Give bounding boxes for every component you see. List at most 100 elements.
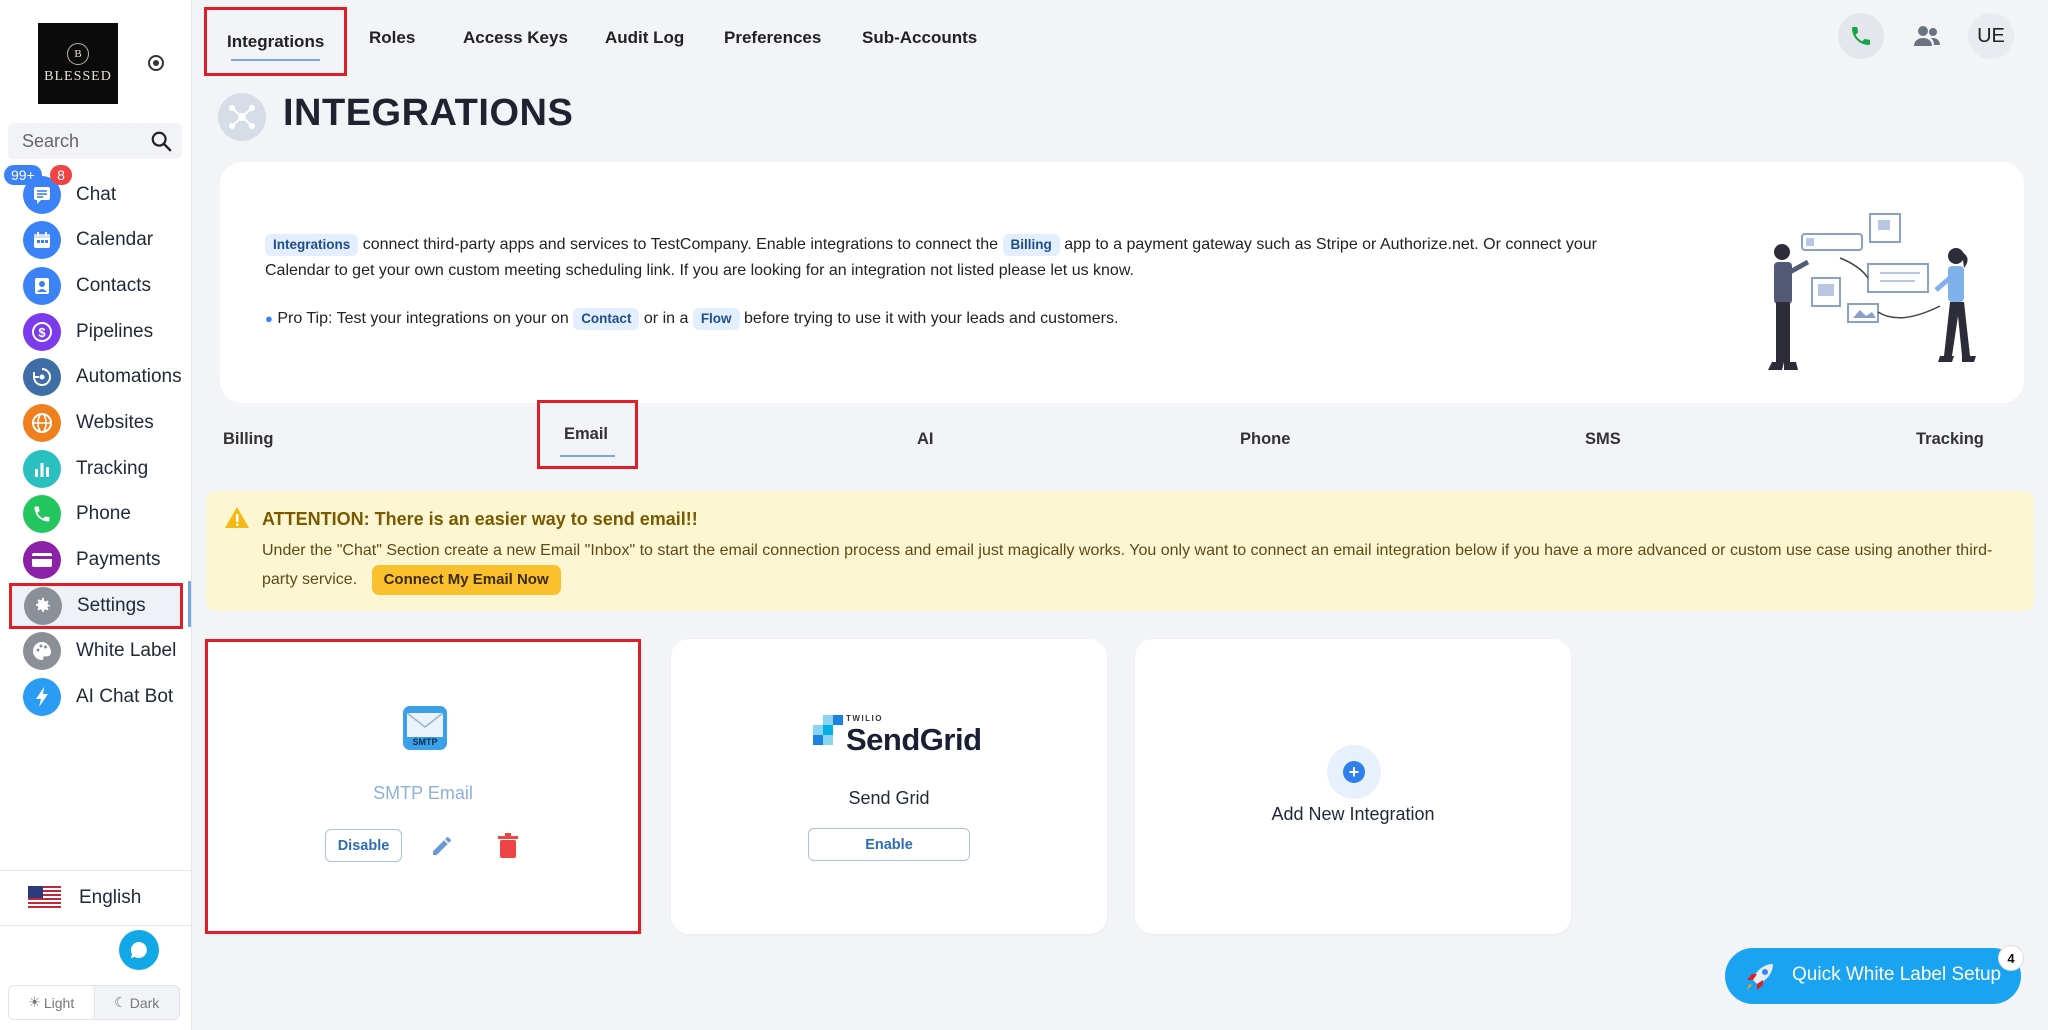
- sidebar-item-label: White Label: [76, 640, 177, 661]
- quick-white-label-setup-button[interactable]: Quick White Label Setup: [1725, 948, 2021, 1004]
- user-avatar[interactable]: UE: [1968, 13, 2014, 59]
- category-tab-ai[interactable]: AI: [917, 410, 934, 468]
- tab-integrations[interactable]: Integrations: [204, 7, 348, 76]
- tab-label: Tracking: [1916, 429, 1984, 448]
- sidebar-item-label: Phone: [76, 503, 131, 524]
- record-toggle-icon[interactable]: [148, 55, 164, 71]
- chat-bubble-icon: [130, 941, 147, 958]
- quick-setup-count-badge: 4: [1999, 946, 2023, 970]
- phone-icon: [1852, 27, 1870, 45]
- company-logo[interactable]: B BLESSED: [38, 23, 118, 104]
- smtp-envelope-icon: SMTP: [403, 706, 447, 750]
- billing-chip[interactable]: Billing: [1002, 234, 1060, 256]
- bar-chart-icon: [23, 450, 61, 488]
- lightning-icon: [23, 678, 61, 716]
- disable-button[interactable]: Disable: [325, 829, 402, 862]
- contact-chip[interactable]: Contact: [573, 308, 640, 330]
- attention-banner: ATTENTION: There is an easier way to sen…: [206, 491, 2034, 611]
- intro-text-part-1: connect third-party apps and services to…: [362, 236, 999, 253]
- tab-sub-accounts[interactable]: Sub-Accounts: [862, 0, 977, 76]
- attention-title: ATTENTION: There is an easier way to sen…: [262, 509, 698, 529]
- sidebar-item-automations[interactable]: Automations: [8, 356, 183, 398]
- integrations-chip[interactable]: Integrations: [265, 234, 359, 256]
- connect-email-button[interactable]: Connect My Email Now: [371, 565, 561, 595]
- sidebar-item-label: Contacts: [76, 275, 151, 296]
- tab-roles[interactable]: Roles: [369, 0, 415, 76]
- intro-card: Integrations connect third-party apps an…: [220, 162, 2024, 403]
- sidebar-item-settings[interactable]: Settings: [9, 583, 183, 629]
- notification-badge: 8: [50, 165, 72, 185]
- category-tab-billing[interactable]: Billing: [223, 410, 273, 468]
- support-chat-button[interactable]: [119, 930, 159, 970]
- tab-label: Billing: [223, 429, 274, 448]
- pro-tip: ● Pro Tip: Test your integrations on you…: [265, 306, 1118, 332]
- intro-text: Integrations connect third-party apps an…: [265, 232, 1665, 284]
- sidebar-item-label: Websites: [76, 412, 154, 433]
- tab-label: Email: [564, 425, 609, 443]
- enable-button[interactable]: Enable: [808, 828, 970, 861]
- pro-tip-part-3: before trying to use it with your leads …: [744, 310, 1119, 327]
- sidebar: B BLESSED 99+ 8 Chat Calendar Contacts $: [0, 0, 192, 1030]
- language-selector[interactable]: English: [0, 870, 191, 926]
- tab-label: Audit Log: [605, 28, 685, 47]
- tab-label: SMS: [1585, 429, 1621, 448]
- active-indicator: [188, 581, 191, 627]
- add-integration-label: Add New Integration: [1271, 804, 1435, 824]
- sendgrid-card-name: Send Grid: [848, 788, 930, 808]
- sidebar-item-pipelines[interactable]: $ Pipelines: [8, 311, 183, 353]
- sidebar-search[interactable]: [8, 123, 182, 159]
- dark-theme-button[interactable]: ☾ Dark: [95, 986, 180, 1019]
- call-button[interactable]: [1838, 13, 1884, 59]
- sidebar-item-white-label[interactable]: White Label: [8, 630, 183, 672]
- smtp-email-card[interactable]: SMTP SMTP Email Disable: [205, 639, 641, 934]
- attention-body: Under the "Chat" Section create a new Em…: [262, 537, 2022, 595]
- sendgrid-logo-icon: [813, 715, 843, 745]
- dark-label: Dark: [129, 994, 160, 1011]
- sendgrid-card[interactable]: TWILIO SendGrid Send Grid Enable: [671, 639, 1107, 934]
- theme-toggle[interactable]: ☀ Light ☾ Dark: [8, 985, 180, 1020]
- tab-preferences[interactable]: Preferences: [724, 0, 821, 76]
- sidebar-item-label: Payments: [76, 549, 161, 570]
- moon-icon: ☾: [114, 994, 127, 1010]
- team-button[interactable]: [1904, 13, 1950, 59]
- users-icon: [1914, 26, 1940, 46]
- language-label: English: [79, 887, 142, 908]
- add-integration-card[interactable]: + Add New Integration: [1135, 639, 1571, 934]
- sidebar-item-tracking[interactable]: Tracking: [8, 448, 183, 490]
- sidebar-item-label: Calendar: [76, 229, 154, 250]
- category-tab-email[interactable]: Email: [537, 400, 638, 469]
- sidebar-item-contacts[interactable]: Contacts: [8, 265, 183, 307]
- tab-label: Sub-Accounts: [862, 28, 978, 47]
- add-integration-button[interactable]: +: [1327, 745, 1381, 799]
- sidebar-item-calendar[interactable]: Calendar: [8, 219, 183, 261]
- sun-icon: ☀: [28, 994, 41, 1010]
- pro-tip-part-2: or in a: [643, 310, 689, 327]
- sidebar-item-payments[interactable]: Payments: [8, 539, 183, 581]
- tab-label: Phone: [1240, 429, 1291, 448]
- tab-label: AI: [917, 429, 934, 448]
- globe-icon: [23, 404, 61, 442]
- smtp-card-name: SMTP Email: [373, 783, 473, 803]
- light-theme-button[interactable]: ☀ Light: [9, 986, 95, 1019]
- category-tab-sms[interactable]: SMS: [1585, 410, 1621, 468]
- trash-icon[interactable]: [496, 833, 520, 859]
- pencil-icon[interactable]: [430, 834, 454, 858]
- flow-chip[interactable]: Flow: [692, 308, 740, 330]
- sidebar-item-phone[interactable]: Phone: [8, 493, 183, 535]
- sidebar-item-ai-chat-bot[interactable]: AI Chat Bot: [8, 676, 183, 718]
- plus-icon: +: [1343, 761, 1365, 783]
- sidebar-item-websites[interactable]: Websites: [8, 402, 183, 444]
- contacts-icon: [23, 267, 61, 305]
- active-tab-underline: [560, 455, 615, 457]
- tab-label: Access Keys: [463, 28, 568, 47]
- tab-audit-log[interactable]: Audit Log: [605, 0, 684, 76]
- category-tab-phone[interactable]: Phone: [1240, 410, 1290, 468]
- logo-monogram: B: [67, 42, 89, 65]
- tab-access-keys[interactable]: Access Keys: [463, 0, 568, 76]
- chat-unread-badge: 99+: [4, 165, 42, 185]
- sidebar-item-label: Settings: [77, 595, 146, 616]
- category-tab-tracking[interactable]: Tracking: [1916, 410, 1984, 468]
- lightbulb-icon: ●: [265, 311, 273, 326]
- search-icon[interactable]: [150, 130, 172, 152]
- search-input[interactable]: [20, 129, 144, 153]
